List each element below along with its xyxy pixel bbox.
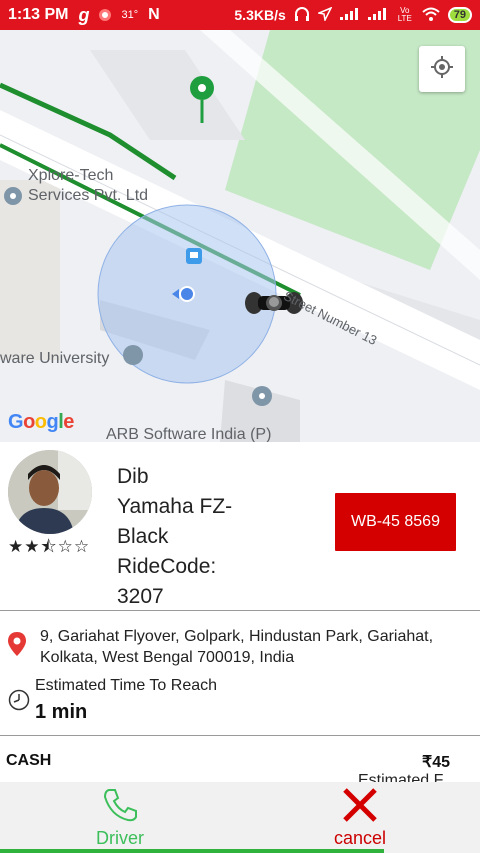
cancel-label: cancel (333, 828, 387, 848)
poi-label-arb: ARB Software India (P) (106, 426, 272, 442)
google-logo: Google (8, 411, 74, 433)
star-empty-icon: ☆ (57, 537, 74, 556)
eta-row: Estimated Time To Reach 1 min (8, 677, 472, 724)
phone-icon (101, 787, 139, 828)
poi-label-xplore: Xplore-Tech Services Pvt. Ltd (28, 167, 149, 204)
n-app-icon: N (148, 6, 160, 23)
status-bar: 1:13 PM g 31° N 5.3KB/s Vo LTE 79 (0, 0, 480, 30)
network-speed: 5.3KB/s (234, 7, 286, 23)
bottom-action-bar: Driver cancel (0, 782, 480, 853)
location-arrow-icon (316, 6, 333, 24)
signal-icon-2 (367, 7, 388, 23)
driver-info: Dib Yamaha FZ- Black RideCode: 3207 (117, 462, 252, 612)
battery-indicator: 79 (447, 7, 472, 23)
divider (0, 610, 480, 611)
signal-icon-1 (339, 7, 360, 23)
crosshair-icon (430, 55, 454, 84)
driver-panel: ★★⯪☆☆ Dib Yamaha FZ- Black RideCode: 320… (0, 442, 480, 610)
star-full-icon: ★ (8, 537, 25, 556)
star-full-icon: ★ (24, 537, 41, 556)
fare-amount: ₹45 (422, 754, 450, 771)
vehicle-plate-badge: WB-45 8569 (335, 493, 456, 551)
map-canvas (0, 30, 480, 442)
volte-label: Vo LTE (397, 6, 412, 23)
ride-code: 3207 (117, 585, 164, 608)
star-half-icon: ⯪ (40, 537, 58, 556)
eta-label: Estimated Time To Reach (35, 677, 218, 694)
clock-icon (8, 689, 30, 724)
location-pin-icon (8, 632, 26, 668)
cancel-ride-button[interactable]: cancel (240, 782, 480, 848)
fare-note: Estimated F (358, 772, 444, 782)
poi-label-university: ware University (0, 350, 110, 367)
status-temp: 31° (121, 9, 139, 21)
ride-code-label: RideCode: (117, 555, 217, 578)
call-driver-button[interactable]: Driver (0, 782, 240, 848)
wifi-icon (422, 7, 440, 24)
progress-bar (0, 849, 384, 853)
pickup-address-row: 9, Gariahat Flyover, Golpark, Hindustan … (8, 626, 472, 668)
payment-method: CASH (6, 752, 52, 769)
driver-rating: ★★⯪☆☆ (8, 534, 90, 563)
headphones-icon (294, 6, 310, 24)
divider (0, 735, 480, 736)
map-view[interactable]: Xplore-Tech Services Pvt. Ltd ware Unive… (0, 30, 480, 442)
eta-value: 1 min (35, 701, 88, 723)
record-icon (99, 9, 112, 21)
driver-avatar (8, 450, 92, 534)
vehicle-model: Yamaha FZ- (117, 495, 233, 518)
star-empty-icon: ☆ (73, 537, 91, 556)
app-g-icon: g (78, 4, 90, 25)
vehicle-color: Black (117, 525, 169, 548)
payment-row: CASH ₹45 (6, 752, 450, 772)
pickup-address: 9, Gariahat Flyover, Golpark, Hindustan … (40, 628, 434, 666)
driver-label: Driver (96, 828, 144, 848)
driver-name: Dib (117, 465, 149, 488)
status-time: 1:13 PM (8, 6, 69, 23)
my-location-button[interactable] (419, 46, 465, 92)
close-icon (342, 787, 378, 828)
